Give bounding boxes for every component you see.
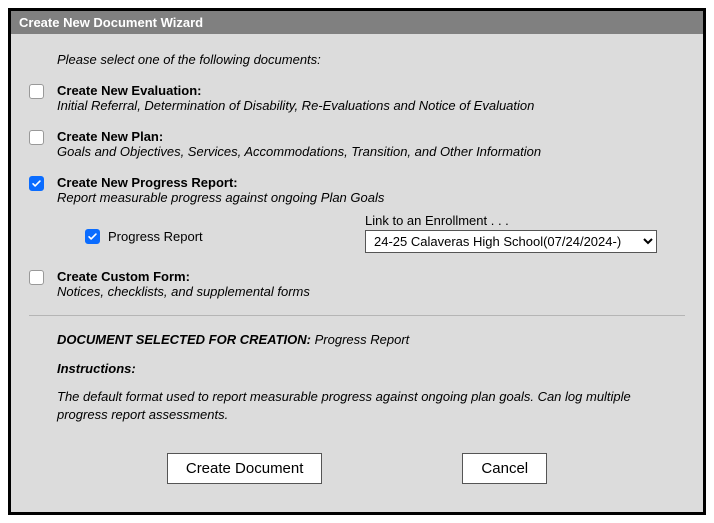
checkbox-plan[interactable] bbox=[29, 130, 44, 145]
enrollment-select[interactable]: 24-25 Calaveras High School(07/24/2024-) bbox=[365, 230, 657, 253]
option-evaluation-desc: Initial Referral, Determination of Disab… bbox=[57, 98, 534, 113]
checkbox-progress-sub[interactable] bbox=[85, 229, 100, 244]
selected-document-label: DOCUMENT SELECTED FOR CREATION: bbox=[57, 332, 311, 347]
link-enrollment-label: Link to an Enrollment . . . bbox=[365, 213, 685, 228]
option-plan: Create New Plan: Goals and Objectives, S… bbox=[29, 129, 685, 159]
wizard-content: Please select one of the following docum… bbox=[11, 34, 703, 512]
button-row: Create Document Cancel bbox=[29, 453, 685, 484]
create-document-button[interactable]: Create Document bbox=[167, 453, 323, 484]
progress-sub-row: Progress Report Link to an Enrollment . … bbox=[85, 213, 685, 253]
option-evaluation-title: Create New Evaluation: bbox=[57, 83, 534, 98]
option-custom: Create Custom Form: Notices, checklists,… bbox=[29, 269, 685, 299]
option-evaluation: Create New Evaluation: Initial Referral,… bbox=[29, 83, 685, 113]
selected-document-line: DOCUMENT SELECTED FOR CREATION: Progress… bbox=[57, 332, 685, 347]
intro-text: Please select one of the following docum… bbox=[57, 52, 685, 67]
progress-sub-label: Progress Report bbox=[108, 229, 203, 244]
option-custom-desc: Notices, checklists, and supplemental fo… bbox=[57, 284, 310, 299]
window-title: Create New Document Wizard bbox=[11, 11, 703, 34]
instructions-body: The default format used to report measur… bbox=[57, 388, 657, 423]
option-plan-desc: Goals and Objectives, Services, Accommod… bbox=[57, 144, 541, 159]
option-progress-title: Create New Progress Report: bbox=[57, 175, 685, 190]
wizard-window: Create New Document Wizard Please select… bbox=[8, 8, 706, 515]
option-progress-desc: Report measurable progress against ongoi… bbox=[57, 190, 685, 205]
checkbox-custom[interactable] bbox=[29, 270, 44, 285]
separator bbox=[29, 315, 685, 316]
checkbox-progress[interactable] bbox=[29, 176, 44, 191]
option-custom-title: Create Custom Form: bbox=[57, 269, 310, 284]
option-progress: Create New Progress Report: Report measu… bbox=[29, 175, 685, 253]
checkbox-evaluation[interactable] bbox=[29, 84, 44, 99]
instructions-heading: Instructions: bbox=[57, 361, 685, 376]
selected-document-value: Progress Report bbox=[315, 332, 410, 347]
option-plan-title: Create New Plan: bbox=[57, 129, 541, 144]
cancel-button[interactable]: Cancel bbox=[462, 453, 547, 484]
